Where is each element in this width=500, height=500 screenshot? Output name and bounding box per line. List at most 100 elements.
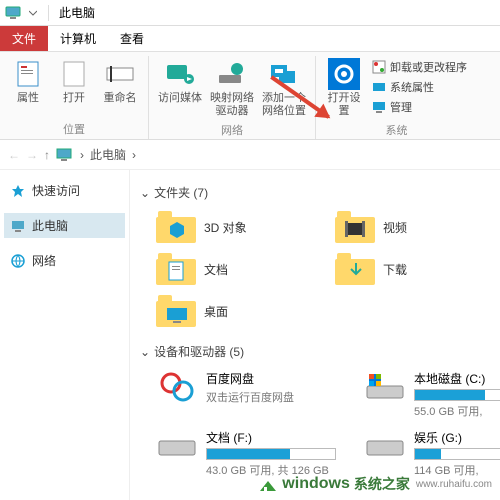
open-settings-label: 打开设置 xyxy=(324,92,364,118)
navigation-sidebar: 快速访问 此电脑 网络 xyxy=(0,170,130,500)
map-drive-icon xyxy=(216,58,248,90)
system-properties-button[interactable]: 系统属性 xyxy=(372,78,467,96)
breadcrumb-sep2: › xyxy=(132,148,136,162)
folder-label: 3D 对象 xyxy=(204,219,247,236)
uninstall-icon xyxy=(372,60,386,74)
watermark-brand: windows xyxy=(282,475,350,493)
chevron-down-icon: ⌄ xyxy=(140,345,150,359)
disk-icon xyxy=(156,429,198,463)
dropdown-icon[interactable] xyxy=(24,4,42,22)
manage-button[interactable]: 管理 xyxy=(372,98,467,116)
properties-icon xyxy=(12,58,44,90)
properties-button[interactable]: 属性 xyxy=(6,56,50,119)
open-icon xyxy=(58,58,90,90)
folder-label: 下载 xyxy=(383,261,407,278)
tab-view[interactable]: 查看 xyxy=(108,26,156,51)
watermark-url: www.ruhaifu.com xyxy=(416,479,492,490)
ribbon-group-location: 属性 打开 重命名 位置 xyxy=(0,56,149,139)
star-icon xyxy=(10,183,26,199)
drive-sub: 双击运行百度网盘 xyxy=(206,389,336,405)
quick-access-label: 快速访问 xyxy=(32,182,80,199)
rename-icon xyxy=(104,58,136,90)
sidebar-item-quick-access[interactable]: 快速访问 xyxy=(4,178,125,203)
breadcrumb: ← → ↑ › 此电脑 › xyxy=(0,140,500,170)
main-area: 快速访问 此电脑 网络 ⌄ 文件夹 (7) 3D 对象 xyxy=(0,170,500,500)
sysprops-label: 系统属性 xyxy=(390,79,434,95)
map-drive-label: 映射网络驱动器 xyxy=(209,92,255,118)
sidebar-item-this-pc[interactable]: 此电脑 xyxy=(4,213,125,238)
add-network-icon xyxy=(268,58,300,90)
folder-icon xyxy=(156,295,196,327)
drives-section-header[interactable]: ⌄ 设备和驱动器 (5) xyxy=(140,343,490,360)
open-button[interactable]: 打开 xyxy=(52,56,96,119)
rename-button[interactable]: 重命名 xyxy=(98,56,142,119)
folder-label: 桌面 xyxy=(204,303,228,320)
window-title: 此电脑 xyxy=(59,4,95,21)
folders-grid: 3D 对象 视频 文档 下载 xyxy=(152,207,490,331)
add-network-button[interactable]: 添加一个网络位置 xyxy=(259,56,309,120)
uninstall-button[interactable]: 卸载或更改程序 xyxy=(372,58,467,76)
folder-documents[interactable]: 文档 xyxy=(152,249,311,289)
disk-icon xyxy=(364,370,406,404)
nav-back-icon[interactable]: ← xyxy=(8,148,20,162)
ribbon-tabs: 文件 计算机 查看 xyxy=(0,26,500,52)
chevron-down-icon: ⌄ xyxy=(140,186,150,200)
drive-name: 本地磁盘 (C:) xyxy=(414,370,500,387)
ribbon-group-network: 访问媒体 映射网络驱动器 添加一个网络位置 网络 xyxy=(149,56,316,139)
group-location-label: 位置 xyxy=(63,119,85,139)
system-actions-list: 卸载或更改程序 系统属性 管理 xyxy=(368,56,471,120)
drive-sub: 55.0 GB 可用, xyxy=(414,403,500,419)
manage-icon xyxy=(372,100,386,114)
tab-file[interactable]: 文件 xyxy=(0,26,48,51)
folder-label: 视频 xyxy=(383,219,407,236)
watermark-icon xyxy=(258,475,278,493)
add-network-label: 添加一个网络位置 xyxy=(261,92,307,118)
map-drive-button[interactable]: 映射网络驱动器 xyxy=(207,56,257,120)
breadcrumb-sep: › xyxy=(80,148,84,162)
uninstall-label: 卸载或更改程序 xyxy=(390,59,467,75)
sysprops-icon xyxy=(372,80,386,94)
content-pane: ⌄ 文件夹 (7) 3D 对象 视频 文档 xyxy=(130,170,500,500)
nav-fwd-icon[interactable]: → xyxy=(26,148,38,162)
manage-label: 管理 xyxy=(390,99,412,115)
folder-label: 文档 xyxy=(204,261,228,278)
drives-grid: 百度网盘 双击运行百度网盘 本地磁盘 (C:) 55.0 GB 可用, xyxy=(152,366,490,482)
folders-header-label: 文件夹 (7) xyxy=(154,184,208,201)
drive-c[interactable]: 本地磁盘 (C:) 55.0 GB 可用, xyxy=(360,366,500,423)
ribbon: 属性 打开 重命名 位置 访问媒体 xyxy=(0,52,500,140)
nav-up-icon[interactable]: ↑ xyxy=(44,148,50,162)
folder-downloads[interactable]: 下载 xyxy=(331,249,490,289)
drive-baidu[interactable]: 百度网盘 双击运行百度网盘 xyxy=(152,366,340,423)
folder-videos[interactable]: 视频 xyxy=(331,207,490,247)
group-system-label: 系统 xyxy=(386,120,408,140)
drive-name: 娱乐 (G:) xyxy=(414,429,500,446)
breadcrumb-root[interactable]: 此电脑 xyxy=(90,146,126,163)
tab-computer[interactable]: 计算机 xyxy=(48,26,108,51)
network-icon xyxy=(10,253,26,269)
rename-label: 重命名 xyxy=(104,92,137,105)
sidebar-item-network[interactable]: 网络 xyxy=(4,248,125,273)
folder-icon xyxy=(335,211,375,243)
folder-icon xyxy=(156,253,196,285)
drive-name: 文档 (F:) xyxy=(206,429,336,446)
drives-header-label: 设备和驱动器 (5) xyxy=(154,343,244,360)
drive-name: 百度网盘 xyxy=(206,370,336,387)
baidu-icon xyxy=(156,370,198,404)
watermark: windows 系统之家 www.ruhaifu.com xyxy=(258,474,492,494)
folder-3d-objects[interactable]: 3D 对象 xyxy=(152,207,311,247)
folders-section-header[interactable]: ⌄ 文件夹 (7) xyxy=(140,184,490,201)
settings-gear-icon xyxy=(328,58,360,90)
this-pc-label: 此电脑 xyxy=(32,217,68,234)
folder-icon xyxy=(335,253,375,285)
network-label: 网络 xyxy=(32,252,56,269)
media-label: 访问媒体 xyxy=(158,92,202,105)
ribbon-group-system: 打开设置 卸载或更改程序 系统属性 管理 系统 xyxy=(316,56,477,139)
open-settings-button[interactable]: 打开设置 xyxy=(322,56,366,120)
access-media-button[interactable]: 访问媒体 xyxy=(155,56,205,120)
drive-usage-bar xyxy=(206,448,336,460)
open-label: 打开 xyxy=(63,92,85,105)
watermark-suffix: 系统之家 xyxy=(354,474,410,494)
disk-icon xyxy=(364,429,406,463)
folder-desktop[interactable]: 桌面 xyxy=(152,291,311,331)
group-network-label: 网络 xyxy=(221,120,243,140)
